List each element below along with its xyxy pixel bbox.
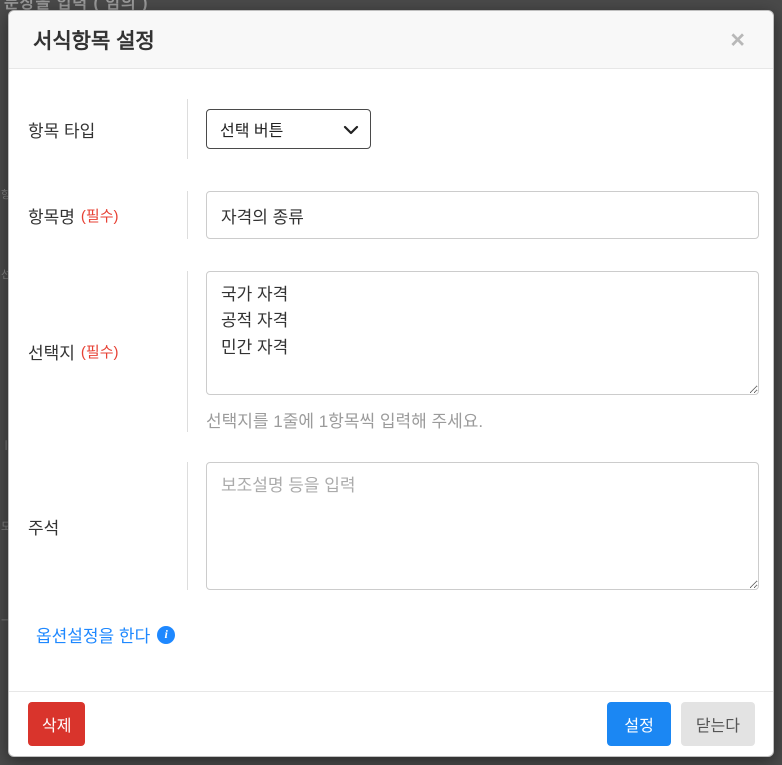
choices-help-text: 선택지를 1줄에 1항목씩 입력해 주세요.	[206, 412, 484, 431]
submit-button[interactable]: 설정	[607, 702, 671, 746]
form-item-settings-dialog: 서식항목 설정 × 항목 타입 선택 버튼 항목명 (필수) 자격의 종류 선택…	[8, 10, 774, 757]
comment-row: 주석	[9, 462, 773, 590]
choices-row: 선택지 (필수) 국가 자격 공적 자격 민간 자격 선택지를 1줄에 1항목씩…	[9, 271, 773, 432]
item-type-row: 항목 타입 선택 버튼	[9, 99, 773, 159]
option-settings-link[interactable]: 옵션설정을 한다	[36, 622, 150, 647]
required-badge: (필수)	[80, 207, 119, 225]
comment-field	[187, 462, 773, 590]
close-icon[interactable]: ×	[726, 27, 749, 53]
close-button[interactable]: 닫는다	[680, 702, 755, 746]
choices-textarea[interactable]: 국가 자격 공적 자격 민간 자격	[206, 271, 759, 395]
choices-field: 국가 자격 공적 자격 민간 자격 선택지를 1줄에 1항목씩 입력해 주세요.	[187, 271, 773, 432]
dialog-title: 서식항목 설정	[33, 30, 155, 53]
info-circle-icon[interactable]: i	[157, 625, 176, 644]
comment-textarea[interactable]	[206, 462, 759, 590]
item-name-row: 항목명 (필수)	[9, 191, 773, 239]
item-type-selected-value: 선택 버튼	[220, 123, 284, 140]
dialog-header: 서식항목 설정 ×	[9, 11, 773, 69]
item-type-label: 항목 타입	[28, 121, 96, 141]
choices-label: 선택지 (필수)	[9, 271, 187, 432]
options-row: 옵션설정을 한다 i	[36, 622, 773, 647]
delete-button[interactable]: 삭제	[28, 702, 86, 746]
footer-right-buttons: 설정 닫는다	[607, 702, 755, 746]
item-type-field: 선택 버튼	[187, 99, 773, 159]
item-name-field	[187, 191, 773, 239]
dialog-body: 항목 타입 선택 버튼 항목명 (필수) 자격의 종류 선택지 (필수) 국가 …	[9, 69, 773, 691]
item-type-select[interactable]: 선택 버튼	[206, 109, 371, 149]
required-badge: (필수)	[80, 344, 119, 361]
comment-label: 주석	[28, 518, 60, 538]
item-name-input[interactable]	[206, 191, 759, 239]
dialog-footer: 삭제 설정 닫는다	[9, 691, 773, 756]
chevron-down-icon	[343, 125, 359, 135]
item-name-label: 항목명 (필수)	[9, 191, 187, 239]
